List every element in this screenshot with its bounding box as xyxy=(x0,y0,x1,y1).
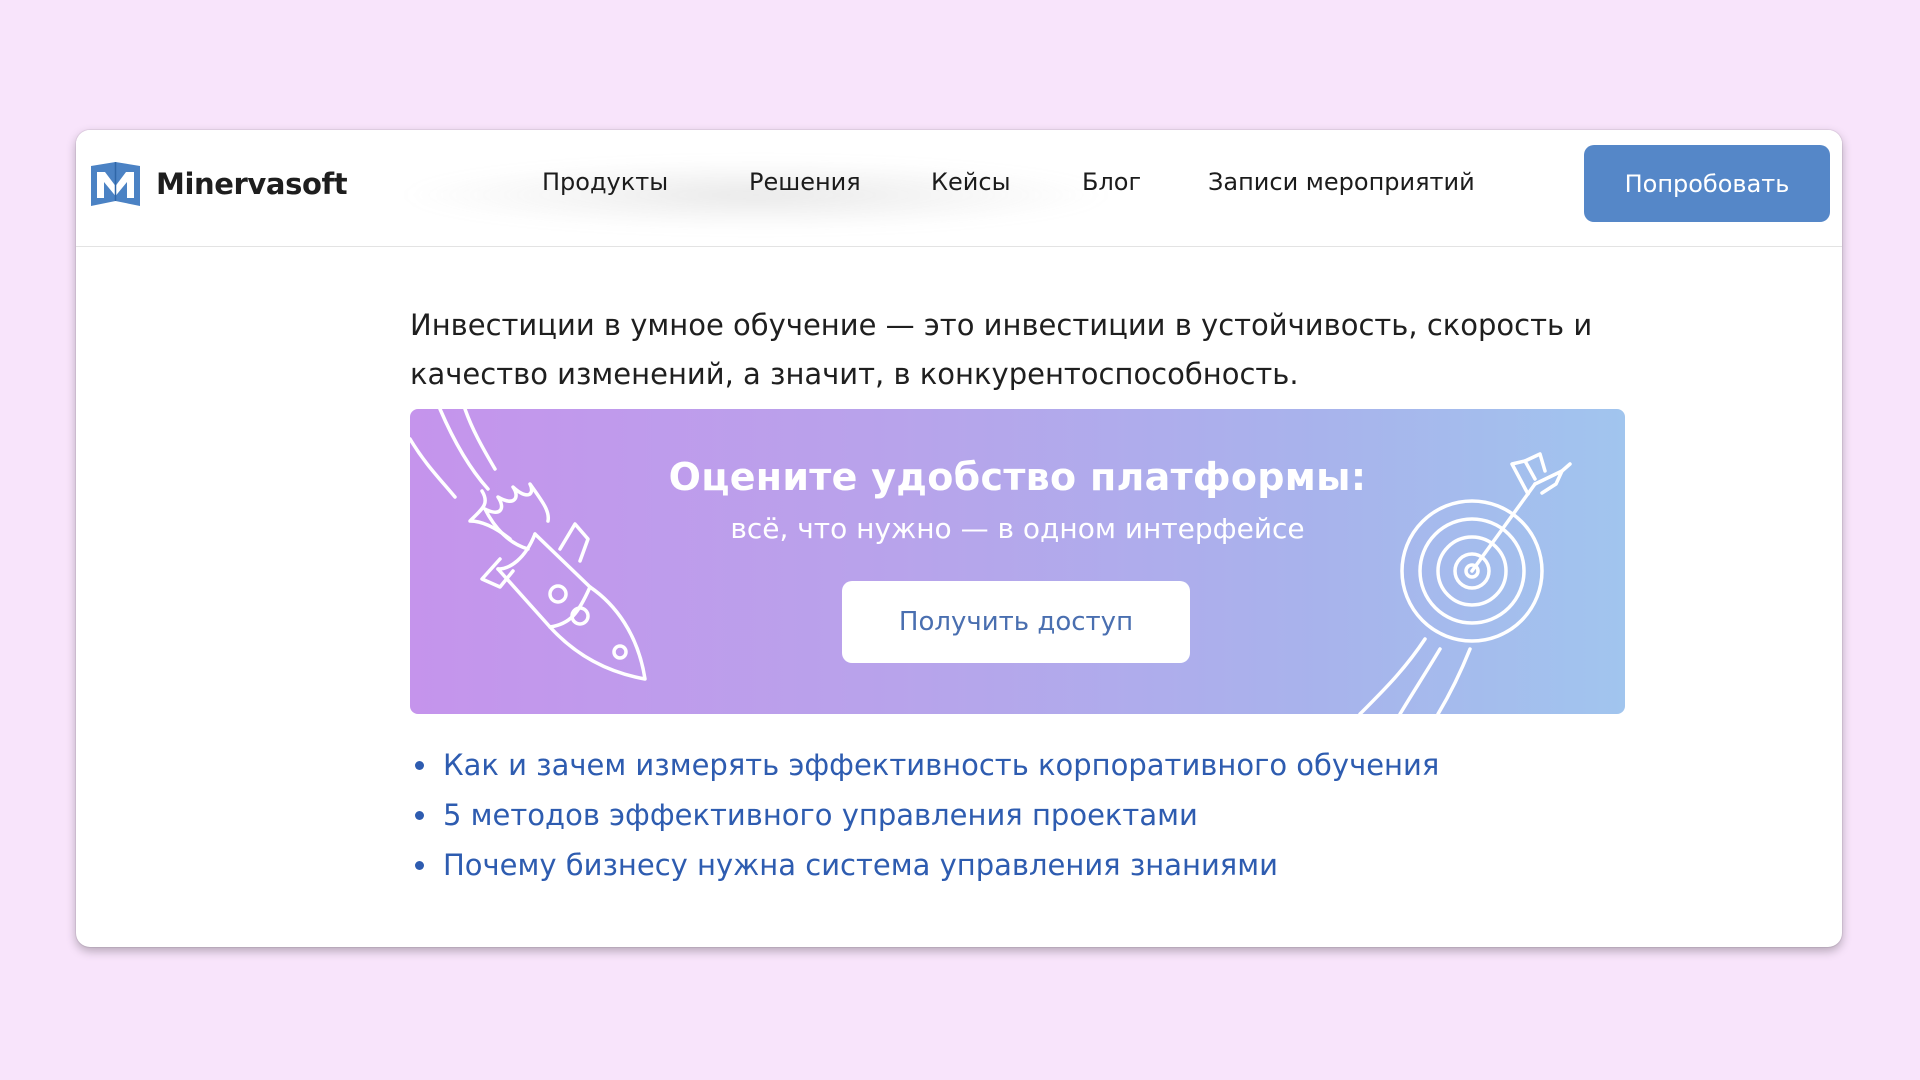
nav-item-cases[interactable]: Кейсы xyxy=(931,168,1011,196)
target-arrow-icon xyxy=(1358,452,1572,714)
related-link[interactable]: Как и зачем измерять эффективность корпо… xyxy=(410,740,1439,790)
bullet-icon xyxy=(415,861,424,870)
promo-banner: Оцените удобство платформы: всё, что нуж… xyxy=(410,409,1625,714)
try-button[interactable]: Попробовать xyxy=(1584,145,1830,222)
related-link-label[interactable]: Почему бизнесу нужна система управления … xyxy=(443,848,1278,882)
nav-item-event-recordings[interactable]: Записи мероприятий xyxy=(1208,168,1475,196)
related-links-list: Как и зачем измерять эффективность корпо… xyxy=(410,740,1439,890)
get-access-button[interactable]: Получить доступ xyxy=(842,581,1190,663)
related-link[interactable]: Почему бизнесу нужна система управления … xyxy=(410,840,1439,890)
related-link-label[interactable]: 5 методов эффективного управления проект… xyxy=(443,798,1198,832)
related-link-label[interactable]: Как и зачем измерять эффективность корпо… xyxy=(443,748,1439,782)
browser-window: Minervasoft Продукты Решения Кейсы Блог … xyxy=(76,130,1842,947)
bullet-icon xyxy=(415,761,424,770)
site-header: Minervasoft Продукты Решения Кейсы Блог … xyxy=(76,130,1842,247)
nav-item-blog[interactable]: Блог xyxy=(1082,168,1141,196)
nav-item-solutions[interactable]: Решения xyxy=(749,168,861,196)
bullet-icon xyxy=(415,811,424,820)
article-intro-text: Инвестиции в умное обучение — это инвест… xyxy=(410,308,1593,391)
related-link[interactable]: 5 методов эффективного управления проект… xyxy=(410,790,1439,840)
nav-item-products[interactable]: Продукты xyxy=(542,168,668,196)
main-nav: Продукты Решения Кейсы Блог Записи мероп… xyxy=(76,168,1842,208)
